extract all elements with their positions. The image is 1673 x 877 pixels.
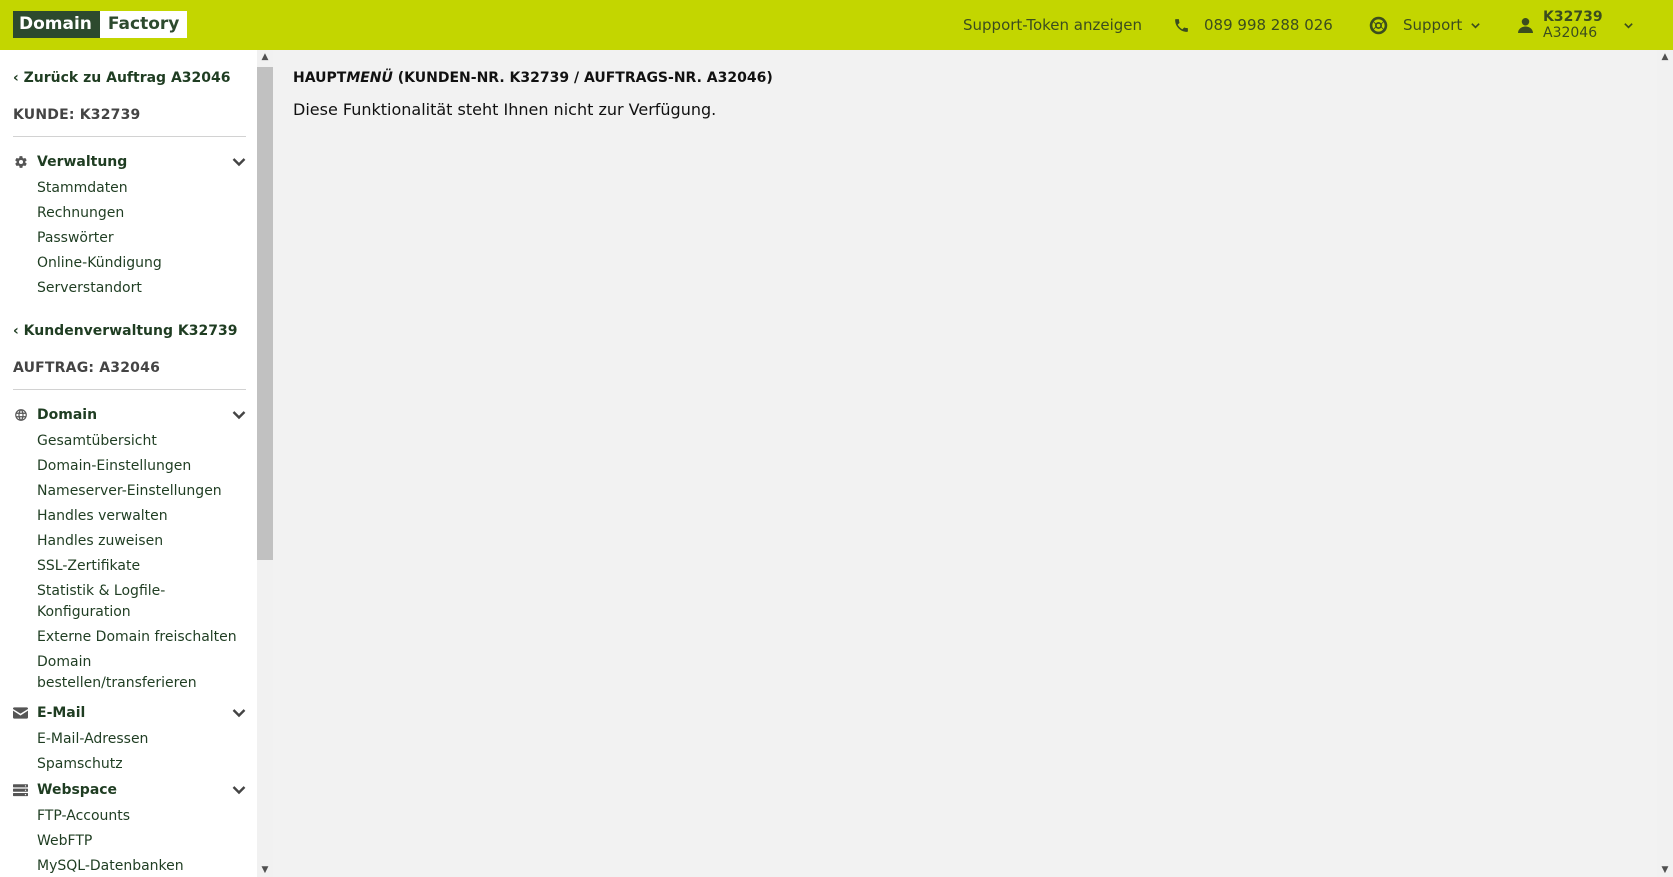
unavailable-message: Diese Funktionalität steht Ihnen nicht z… [293, 100, 717, 119]
support-label: Support [1403, 16, 1463, 34]
support-menu[interactable]: Support [1368, 0, 1481, 50]
sidebar-group-domain[interactable]: Domain [13, 405, 246, 425]
lifebuoy-icon [1368, 15, 1389, 36]
chevron-down-icon [232, 785, 246, 795]
sidebar-item-spam-protection[interactable]: Spamschutz [37, 754, 242, 775]
logo-factory-text: Factory [99, 11, 188, 38]
main-content: HAUPTMENÜ (KUNDEN-NR. K32739 / AUFTRAGS-… [273, 50, 1657, 877]
sidebar-item-email-addresses[interactable]: E-Mail-Adressen [37, 729, 242, 750]
sidebar-item-passwords[interactable]: Passwörter [37, 228, 242, 249]
page-title-italic: MENÜ [346, 70, 393, 86]
support-token-link[interactable]: Support-Token anzeigen [963, 0, 1142, 50]
order-label: AUFTRAG: A32046 [13, 360, 161, 376]
page-scrollbar[interactable]: ▲ ▼ [1657, 50, 1673, 877]
scroll-up-arrow-icon[interactable]: ▲ [1657, 50, 1673, 64]
sidebar-group-webspace[interactable]: Webspace [13, 780, 246, 800]
phone-link[interactable]: 089 998 288 026 [1173, 0, 1333, 50]
sidebar-item-online-cancellation[interactable]: Online-Kündigung [37, 253, 242, 274]
sidebar-group-administration[interactable]: Verwaltung [13, 152, 246, 172]
sidebar: ‹ Zurück zu Auftrag A32046 KUNDE: K32739… [0, 50, 257, 877]
chevron-down-icon [1470, 20, 1481, 31]
sidebar-item-invoices[interactable]: Rechnungen [37, 203, 242, 224]
globe-icon [13, 408, 28, 423]
sidebar-item-webftp[interactable]: WebFTP [37, 831, 242, 852]
scroll-up-arrow-icon[interactable]: ▲ [257, 50, 273, 64]
scroll-down-arrow-icon[interactable]: ▼ [1657, 863, 1673, 877]
sidebar-group-label: Verwaltung [37, 154, 128, 170]
page-title: HAUPTMENÜ (KUNDEN-NR. K32739 / AUFTRAGS-… [293, 70, 773, 86]
sidebar-item-nameserver-settings[interactable]: Nameserver-Einstellungen [37, 481, 242, 502]
sidebar-group-label: E-Mail [37, 705, 86, 721]
customer-label: KUNDE: K32739 [13, 107, 141, 123]
server-icon [13, 783, 28, 798]
chevron-down-icon [232, 157, 246, 167]
back-to-order-link[interactable]: ‹ Zurück zu Auftrag A32046 [13, 70, 230, 86]
sidebar-item-domain-settings[interactable]: Domain-Einstellungen [37, 456, 242, 477]
sidebar-item-unlock-external-domain[interactable]: Externe Domain freischalten [37, 627, 242, 648]
sidebar-group-label: Webspace [37, 782, 118, 798]
page-title-suffix: (KUNDEN-NR. K32739 / AUFTRAGS-NR. A32046… [392, 70, 773, 86]
sidebar-item-manage-handles[interactable]: Handles verwalten [37, 506, 242, 527]
gear-icon [13, 155, 28, 170]
sidebar-item-server-location[interactable]: Serverstandort [37, 278, 242, 299]
scroll-down-arrow-icon[interactable]: ▼ [257, 863, 273, 877]
back-to-customer-admin-link[interactable]: ‹ Kundenverwaltung K32739 [13, 323, 237, 339]
phone-icon [1173, 17, 1190, 34]
sidebar-item-master-data[interactable]: Stammdaten [37, 178, 242, 199]
sidebar-item-order-transfer-domain[interactable]: Domain bestellen/transferieren [37, 652, 242, 694]
sidebar-item-ftp-accounts[interactable]: FTP-Accounts [37, 806, 242, 827]
logo-domain-text: Domain [13, 11, 100, 38]
sidebar-item-ssl-certificates[interactable]: SSL-Zertifikate [37, 556, 242, 577]
sidebar-divider [13, 389, 246, 390]
sidebar-group-label: Domain [37, 407, 98, 423]
sidebar-item-assign-handles[interactable]: Handles zuweisen [37, 531, 242, 552]
user-account-menu[interactable]: K32739 A32046 [1518, 0, 1634, 50]
chevron-down-icon [1623, 20, 1634, 31]
user-account-info: K32739 A32046 [1543, 9, 1603, 41]
page-title-prefix: HAUPT [293, 70, 347, 86]
sidebar-item-statistics-logfile[interactable]: Statistik & Logfile-Konfiguration [37, 581, 242, 623]
phone-number: 089 998 288 026 [1204, 16, 1333, 34]
sidebar-divider [13, 136, 246, 137]
sidebar-scrollbar-thumb[interactable] [257, 67, 273, 560]
envelope-icon [13, 706, 28, 721]
customer-id: K32739 [1543, 9, 1603, 25]
domainfactory-logo[interactable]: Domain Factory [13, 11, 188, 38]
support-token-label: Support-Token anzeigen [963, 16, 1143, 34]
chevron-down-icon [232, 410, 246, 420]
order-id: A32046 [1543, 25, 1598, 41]
sidebar-item-overview[interactable]: Gesamtübersicht [37, 431, 242, 452]
chevron-down-icon [232, 708, 246, 718]
sidebar-group-email[interactable]: E-Mail [13, 703, 246, 723]
sidebar-scrollbar[interactable]: ▲ ▼ [257, 50, 273, 877]
top-navigation-bar: Domain Factory Support-Token anzeigen 08… [0, 0, 1673, 50]
user-icon [1518, 17, 1533, 34]
sidebar-item-mysql-databases[interactable]: MySQL-Datenbanken [37, 856, 242, 877]
